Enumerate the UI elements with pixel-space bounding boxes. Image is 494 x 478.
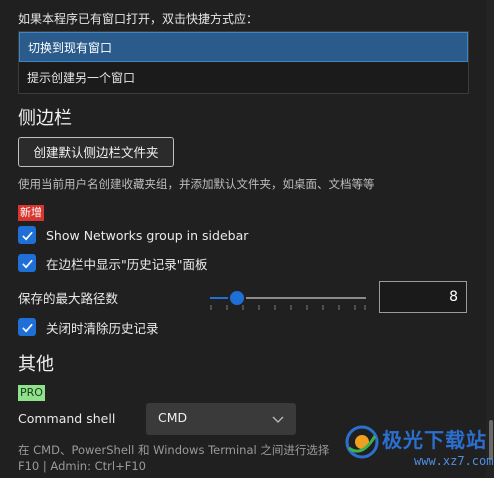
checkmark-icon — [21, 231, 33, 240]
command-shell-label: Command shell — [18, 411, 116, 426]
clear-history-label: 关闭时清除历史记录 — [46, 320, 159, 336]
checkmark-icon — [21, 259, 33, 268]
max-paths-slider-thumb[interactable] — [228, 289, 246, 307]
clear-history-checkbox[interactable] — [18, 318, 36, 336]
watermark-title: 极光下载站 — [382, 428, 487, 452]
vertical-scrollbar[interactable] — [486, 0, 494, 478]
max-paths-label: 保存的最大路径数 — [18, 291, 119, 306]
watermark-logo-icon — [345, 425, 379, 459]
command-shell-hint: 在 CMD、PowerShell 和 Windows Terminal 之间进行… — [18, 442, 329, 474]
command-shell-dropdown[interactable]: CMD — [146, 403, 296, 435]
watermark: 极光下载站 www.xz7.com — [340, 420, 494, 478]
sidebar-section-title: 侧边栏 — [18, 108, 72, 129]
show-history-row[interactable]: 在边栏中显示"历史记录"面板 — [18, 253, 208, 273]
chevron-down-icon — [272, 416, 284, 423]
max-paths-number-input[interactable]: 8 — [379, 281, 467, 313]
other-section-title: 其他 — [18, 354, 54, 375]
open-behavior-listbox[interactable]: 切换到现有窗口 提示创建另一个窗口 — [18, 31, 469, 94]
show-networks-label: Show Networks group in sidebar — [46, 227, 249, 243]
show-networks-row[interactable]: Show Networks group in sidebar — [18, 225, 248, 245]
open-behavior-label: 如果本程序已有窗口打开，双击快捷方式应： — [18, 12, 259, 26]
command-shell-value: CMD — [158, 410, 188, 425]
watermark-url: www.xz7.com — [414, 454, 494, 468]
option-prompt-new-window[interactable]: 提示创建另一个窗口 — [19, 63, 468, 93]
hint-line-2: F10 | Admin: Ctrl+F10 — [18, 459, 146, 473]
pro-badge: PRO — [18, 385, 45, 401]
new-badge: 新增 — [18, 205, 44, 221]
clear-history-row[interactable]: 关闭时清除历史记录 — [18, 317, 159, 337]
checkmark-icon — [21, 323, 33, 332]
hint-line-1: 在 CMD、PowerShell 和 Windows Terminal 之间进行… — [18, 443, 330, 457]
show-history-label: 在边栏中显示"历史记录"面板 — [46, 256, 208, 272]
show-networks-checkbox[interactable] — [18, 226, 36, 244]
show-history-checkbox[interactable] — [18, 254, 36, 272]
create-folders-description: 使用当前用户名创建收藏夹组，并添加默认文件夹，如桌面、文档等等 — [18, 177, 375, 191]
option-switch-existing[interactable]: 切换到现有窗口 — [19, 32, 468, 62]
create-default-sidebar-folders-button[interactable]: 创建默认侧边栏文件夹 — [18, 137, 174, 167]
